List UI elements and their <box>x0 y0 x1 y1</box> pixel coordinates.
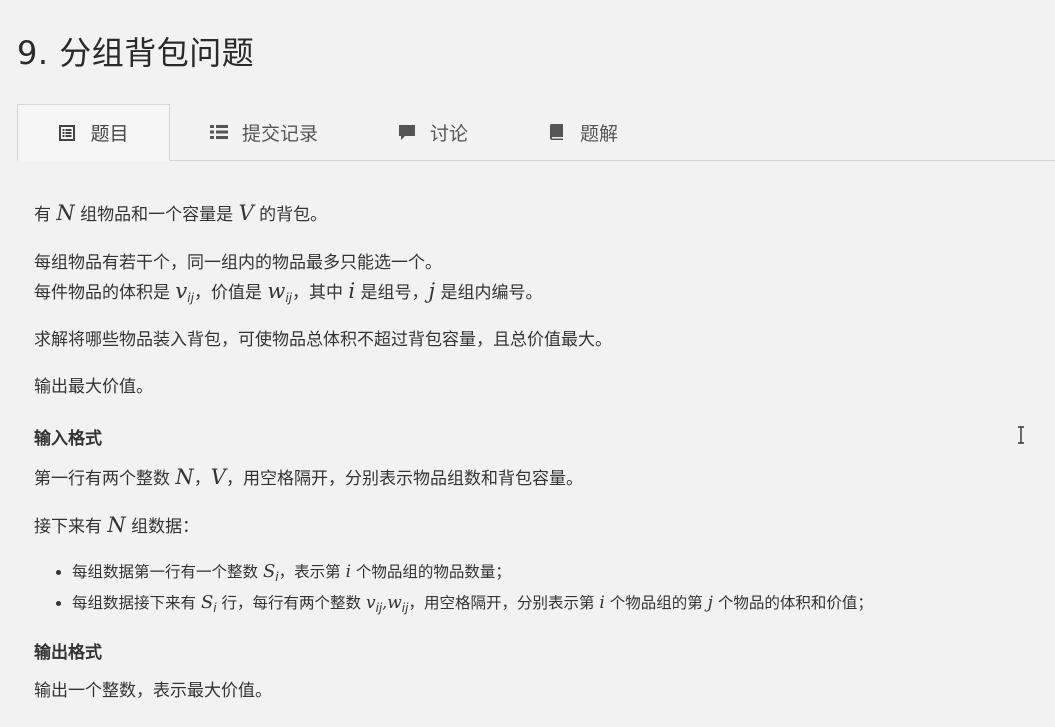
tab-solutions[interactable]: 题解 <box>548 104 618 160</box>
page-title: 9. 分组背包问题 <box>17 34 255 72</box>
tab-problem-label: 题目 <box>90 123 129 145</box>
text: 个物品组的物品数量； <box>351 563 511 581</box>
statement-p4: 输出最大价值。 <box>34 377 153 397</box>
comment-icon <box>399 125 416 140</box>
list-icon <box>210 125 228 139</box>
math-V: V <box>210 465 226 489</box>
math-w: w <box>267 279 286 303</box>
text: ，其中 <box>292 283 349 303</box>
text: 个物品的体积和价值； <box>712 594 873 612</box>
math-w: w <box>387 593 402 613</box>
text: 是组内编号。 <box>435 283 543 303</box>
math-v: v <box>175 279 188 303</box>
math-V: V <box>238 201 254 225</box>
text: 第一行有两个整数 <box>34 469 176 489</box>
tab-submissions-label: 提交记录 <box>242 122 319 145</box>
book-icon <box>550 124 564 140</box>
math-sub: ij <box>187 291 194 305</box>
math-v: v <box>365 593 376 613</box>
text: 组数据： <box>125 517 200 537</box>
text: 个物品组的第 <box>604 594 708 612</box>
statement-p1: 有 N 组物品和一个容量是 V 的背包。 <box>34 201 327 227</box>
text: 每组数据第一行有一个整数 <box>72 563 263 581</box>
math-N: N <box>56 201 75 225</box>
statement-p2-line1: 每组物品有若干个，同一组内的物品最多只能选一个。 <box>34 253 442 273</box>
math-N: N <box>107 513 126 537</box>
math-S: S <box>262 561 276 582</box>
text: 是组号， <box>355 283 429 303</box>
text: ，用空格隔开，分别表示物品组数和背包容量。 <box>225 469 583 489</box>
math-S: S <box>200 592 214 613</box>
tab-discussion[interactable]: 讨论 <box>398 104 468 160</box>
doc-icon <box>59 124 76 141</box>
text: ， <box>193 469 211 489</box>
statement-p3: 求解将哪些物品装入背包，可使物品总体积不超过背包容量，且总价值最大。 <box>34 330 612 350</box>
math-sub: ij <box>285 291 293 305</box>
text: ，用空格隔开，分别表示第 <box>408 594 600 612</box>
text: 接下来有 <box>34 517 108 537</box>
text: 的背包。 <box>253 205 328 225</box>
input-p1: 第一行有两个整数 N，V，用空格隔开，分别表示物品组数和背包容量。 <box>34 465 583 491</box>
statement-p2-line2: 每件物品的体积是 vij，价值是 wij，其中 i 是组号，j 是组内编号。 <box>34 279 542 310</box>
output-format-heading: 输出格式 <box>34 643 102 663</box>
tab-bar: 题目 提交记录 讨论 题解 <box>17 103 1055 161</box>
text: 有 <box>34 205 57 225</box>
text: 每件物品的体积是 <box>34 283 176 303</box>
input-bullets: 每组数据第一行有一个整数 Si，表示第 i 个物品组的物品数量； 每组数据接下来… <box>34 559 1055 621</box>
tab-problem[interactable]: 题目 <box>17 104 170 161</box>
tab-solutions-label: 题解 <box>580 122 619 145</box>
list-item: 每组数据第一行有一个整数 Si，表示第 i 个物品组的物品数量； <box>72 559 1055 590</box>
text: 组物品和一个容量是 <box>74 205 239 225</box>
tab-submissions[interactable]: 提交记录 <box>210 104 318 160</box>
output-p1: 输出一个整数，表示最大价值。 <box>34 681 272 701</box>
text: ，价值是 <box>193 283 268 303</box>
text: 每组数据接下来有 <box>72 594 201 612</box>
text-cursor-icon <box>1018 426 1024 444</box>
input-p2: 接下来有 N 组数据： <box>34 513 199 539</box>
list-item: 每组数据接下来有 Si 行，每行有两个整数 vij,wij，用空格隔开，分别表示… <box>72 590 1055 621</box>
math-N: N <box>175 465 194 489</box>
problem-page: 9. 分组背包问题 题目 提交记录 讨论 题解 有 N 组物品和一个容量是 V … <box>0 0 1055 727</box>
tab-discussion-label: 讨论 <box>430 122 469 145</box>
input-format-heading: 输入格式 <box>34 429 102 449</box>
text: ，表示第 <box>278 563 346 581</box>
text: 行，每行有两个整数 <box>216 594 366 612</box>
